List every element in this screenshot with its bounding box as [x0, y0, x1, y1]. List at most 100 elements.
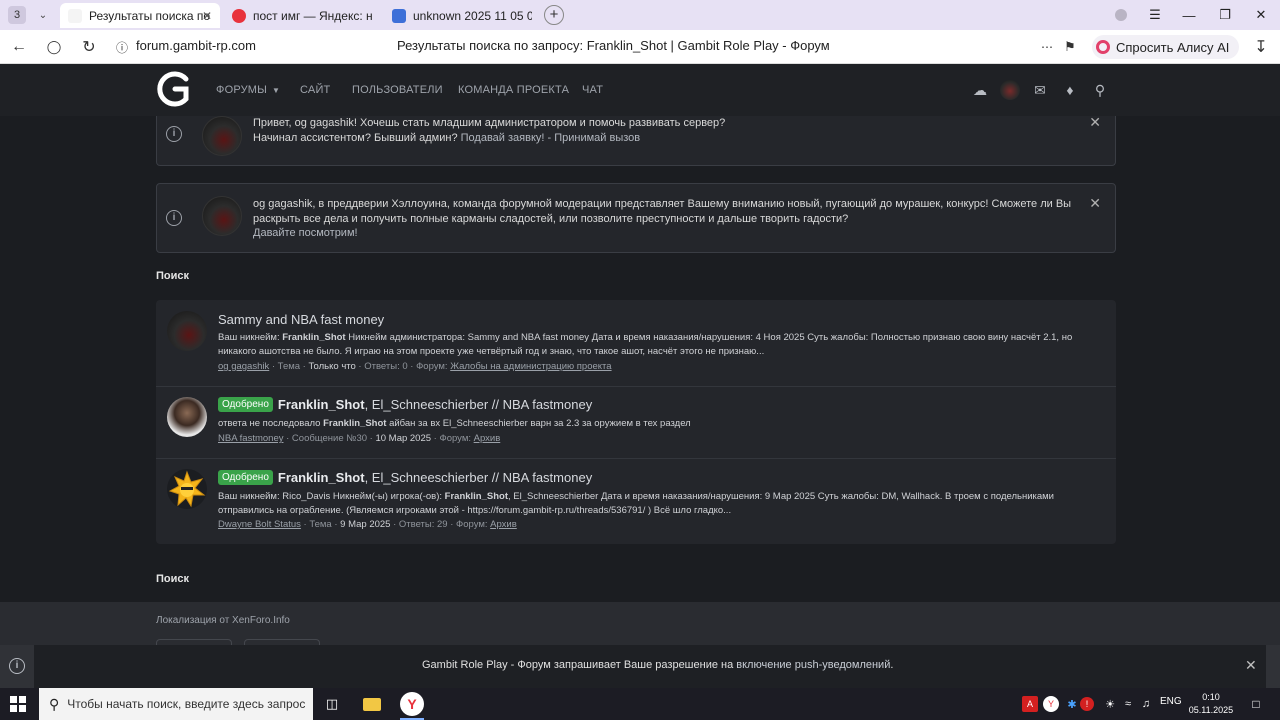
author-link[interactable]: NBA fastmoney [218, 433, 283, 444]
yandex-browser-icon[interactable]: Y [400, 692, 424, 716]
result-title-text[interactable]: Sammy and NBA fast money [218, 312, 384, 327]
author-avatar[interactable] [167, 311, 207, 351]
wifi-icon[interactable]: ≈ [1118, 694, 1138, 714]
profile-icon[interactable] [1104, 0, 1138, 30]
gambit-logo-icon[interactable] [156, 71, 192, 107]
search-result-item[interactable]: Одобрено Franklin_Shot , El_Schneeschier… [156, 459, 1116, 544]
bluetooth-icon[interactable]: ✱ [1062, 694, 1082, 714]
language-indicator[interactable]: ENG [1160, 696, 1182, 707]
image-favicon-icon [392, 8, 406, 23]
push-suffix: . [890, 659, 894, 671]
close-window-icon[interactable]: ✕ [1244, 0, 1278, 30]
site-info-icon[interactable]: ⓘ [111, 36, 133, 58]
push-notification-banner: i Gambit Role Play - Форум запрашивает В… [0, 645, 1280, 688]
nav-chat[interactable]: ЧАТ [582, 84, 603, 96]
mail-icon[interactable]: ✉ [1031, 81, 1049, 99]
forum-link[interactable]: Архив [474, 433, 501, 444]
tab-yandex[interactable]: пост имг — Яндекс: нашл [224, 3, 380, 28]
tab-unknown[interactable]: unknown 2025 11 05 00 0 [384, 3, 540, 28]
tab-close-icon[interactable]: ✕ [202, 9, 212, 23]
notifications-icon[interactable]: □ [1246, 694, 1266, 714]
forum-header: ФОРУМЫ ▼ САЙТ ПОЛЬЗОВАТЕЛИ КОМАНДА ПРОЕК… [0, 64, 1280, 116]
notice-avatar [202, 116, 242, 156]
user-avatar[interactable] [1000, 80, 1020, 100]
author-avatar[interactable] [167, 397, 207, 437]
alice-icon [1096, 40, 1110, 54]
download-icon[interactable]: ↧ [1250, 36, 1272, 58]
reload-icon[interactable]: ↻ [78, 36, 100, 58]
clock-time: 0:10 [1202, 692, 1220, 702]
author-link[interactable]: og gagashik [218, 361, 269, 372]
apply-link[interactable]: Подавай заявку! - Принимай вызов [461, 132, 641, 144]
tray-yandex-icon[interactable]: Y [1043, 696, 1059, 712]
notice-avatar [202, 196, 242, 236]
info-icon: i [166, 210, 182, 226]
nav-team[interactable]: КОМАНДА ПРОЕКТА [458, 84, 569, 96]
search-result-item[interactable]: Одобрено Franklin_Shot , El_Schneeschier… [156, 387, 1116, 458]
author-avatar[interactable] [167, 469, 207, 509]
forums-dropdown-icon[interactable]: ▼ [272, 86, 280, 95]
search-result-item[interactable]: Sammy and NBA fast money Ваш никнейм: Fr… [156, 300, 1116, 386]
meta-type: · Тема · [269, 361, 309, 372]
tab-title: Результаты поиска по [89, 8, 211, 23]
menu-icon[interactable]: ☰ [1138, 0, 1172, 30]
forum-link[interactable]: Архив [490, 519, 517, 530]
snippet-pre: Ваш никнейм: Rico_Davis Никнейм(-ы) игро… [218, 491, 445, 502]
address-bar: ← ◯ ↻ ⓘ forum.gambit-rp.com Результаты п… [0, 30, 1280, 64]
forum-link[interactable]: Жалобы на администрацию проекта [450, 361, 611, 372]
notice-line: Начинал ассистентом? Бывший админ? Подав… [253, 131, 1075, 146]
meta-rest: · Ответы: 29 · Форум: [390, 519, 491, 530]
nav-site[interactable]: САЙТ [300, 84, 330, 96]
meta-type: · Тема · [300, 519, 341, 530]
notice-close-icon[interactable]: ✕ [1089, 195, 1101, 212]
enable-push-link[interactable]: включение push-уведомлений [736, 659, 890, 671]
volume-icon[interactable]: ♫ [1136, 694, 1156, 714]
notice-halloween: i og gagashik, в преддверии Хэллоуина, к… [156, 183, 1116, 253]
nav-forums[interactable]: ФОРУМЫ [216, 84, 267, 96]
task-view-icon[interactable]: ◫ [322, 694, 342, 714]
tab-search-results[interactable]: Результаты поиска по ✕ [60, 3, 220, 28]
result-title[interactable]: Одобрено Franklin_Shot , El_Schneeschier… [218, 470, 592, 485]
more-dots-icon[interactable]: ⋯ [1036, 36, 1058, 58]
author-link[interactable]: Dwayne Bolt Status [218, 519, 301, 530]
result-title[interactable]: Одобрено Franklin_Shot , El_Schneeschier… [218, 397, 592, 412]
ask-alice-button[interactable]: Спросить Алису AI [1092, 35, 1240, 59]
snippet-highlight: Franklin_Shot [323, 418, 387, 429]
meta-date: 10 Мар 2025 [375, 433, 432, 444]
notice-line: Привет, og gagashik! Хочешь стать младши… [253, 117, 726, 129]
lets-see-link[interactable]: Давайте посмотрим! [253, 226, 1075, 241]
tab-list-chevron-icon[interactable]: ⌄ [36, 8, 50, 22]
push-banner-body: Gambit Role Play - Форум запрашивает Ваш… [34, 645, 1266, 688]
tab-count-badge[interactable]: 3 [8, 6, 26, 24]
result-snippet: ответа не последовало Franklin_Shot айба… [218, 417, 1086, 431]
system-clock[interactable]: 0:10 05.11.2025 [1186, 691, 1236, 717]
file-explorer-icon[interactable] [362, 694, 382, 714]
windows-start-icon[interactable] [10, 696, 26, 712]
notice-close-icon[interactable]: ✕ [1089, 114, 1101, 131]
taskbar-search-box[interactable]: ⚲ Чтобы начать поиск, введите здесь запр… [39, 688, 313, 720]
localization-credit[interactable]: Локализация от XenForo.Info [156, 615, 290, 626]
result-title[interactable]: Sammy and NBA fast money [218, 312, 384, 327]
tray-app-icon[interactable]: A [1022, 696, 1038, 712]
yandex-logo-icon[interactable]: ◯ [43, 36, 65, 58]
title-highlight[interactable]: Franklin_Shot [278, 470, 365, 485]
search-results-list: Sammy and NBA fast money Ваш никнейм: Fr… [156, 300, 1116, 544]
alice-label: Спросить Алису AI [1116, 39, 1230, 55]
url-field[interactable]: forum.gambit-rp.com [136, 38, 256, 53]
result-title-text[interactable]: , El_Schneeschierber // NBA fastmoney [365, 397, 593, 412]
search-icon[interactable]: ⚲ [1091, 81, 1109, 99]
new-tab-button[interactable]: + [544, 5, 564, 25]
bookmark-icon[interactable]: ⚑ [1059, 36, 1081, 58]
cloud-icon[interactable]: ☁ [971, 81, 989, 99]
push-close-icon[interactable]: ✕ [1245, 657, 1257, 674]
result-title-text[interactable]: , El_Schneeschierber // NBA fastmoney [365, 470, 593, 485]
nav-users[interactable]: ПОЛЬЗОВАТЕЛИ [352, 84, 443, 96]
meet-icon[interactable]: ☀ [1100, 694, 1120, 714]
tray-alert-icon[interactable]: ! [1080, 697, 1094, 711]
restore-icon[interactable]: ❐ [1208, 0, 1242, 30]
minimize-icon[interactable]: — [1172, 0, 1206, 30]
windows-taskbar: ⚲ Чтобы начать поиск, введите здесь запр… [0, 688, 1280, 720]
title-highlight[interactable]: Franklin_Shot [278, 397, 365, 412]
bell-icon[interactable]: ♦ [1061, 81, 1079, 99]
back-arrow-icon[interactable]: ← [8, 36, 30, 58]
